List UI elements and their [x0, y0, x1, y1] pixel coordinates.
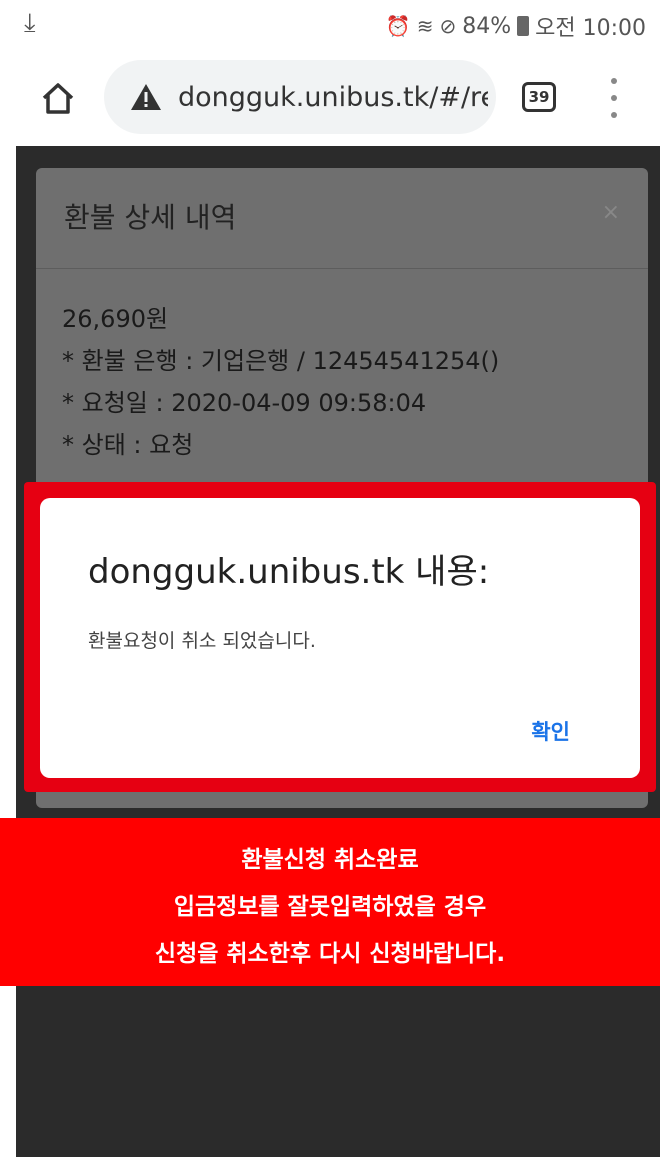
refund-status: * 상태 : 요청 — [62, 431, 194, 459]
clock: 오전 10:00 — [535, 16, 646, 41]
modal-divider — [36, 268, 648, 269]
home-button[interactable] — [30, 70, 86, 126]
alert-dialog: dongguk.unibus.tk 내용: 환불요청이 취소 되었습니다. 확인 — [40, 498, 640, 778]
status-bar: ⤓ ⏰ ≋ ⊘ 84% 오전 10:00 — [0, 0, 660, 52]
modal-title: 환불 상세 내역 — [64, 201, 237, 234]
do-not-disturb-icon: ⊘ — [439, 14, 457, 38]
browser-toolbar: dongguk.unibus.tk/#/re 39 — [0, 52, 660, 144]
modal-body: 26,690원 * 환불 은행 : 기업은행 / 12454541254() *… — [62, 298, 499, 466]
refund-request-date: * 요청일 : 2020-04-09 09:58:04 — [62, 389, 427, 417]
banner-line-3: 신청을 취소한후 다시 신청바랍니다. — [154, 941, 506, 967]
banner-line-1: 환불신청 취소완료 — [241, 847, 419, 873]
alert-title: dongguk.unibus.tk 내용: — [88, 552, 490, 592]
download-icon: ⤓ — [24, 8, 36, 38]
status-icons: ⏰ ≋ ⊘ 84% 오전 10:00 — [386, 10, 646, 42]
wifi-icon: ≋ — [416, 14, 434, 38]
tab-switcher-button[interactable]: 39 — [522, 82, 556, 112]
refund-amount: 26,690원 — [62, 305, 169, 333]
alarm-icon: ⏰ — [385, 14, 411, 38]
home-icon — [42, 83, 74, 114]
battery-icon — [517, 16, 530, 36]
alert-message: 환불요청이 취소 되었습니다. — [88, 630, 316, 652]
caption-banner: 환불신청 취소완료 입금정보를 잘못입력하였을 경우 신청을 취소한후 다시 신… — [0, 818, 660, 986]
warning-triangle-icon[interactable] — [128, 81, 164, 113]
banner-line-2: 입금정보를 잘못입력하였을 경우 — [173, 894, 487, 920]
battery-percent: 84% — [462, 13, 512, 39]
more-vertical-icon[interactable] — [604, 78, 624, 118]
confirm-button[interactable]: 확인 — [531, 716, 570, 746]
address-bar[interactable]: dongguk.unibus.tk/#/re — [104, 60, 496, 134]
refund-bank: * 환불 은행 : 기업은행 / 12454541254() — [62, 347, 500, 375]
url-text[interactable]: dongguk.unibus.tk/#/re — [178, 82, 488, 113]
close-icon[interactable]: × — [602, 200, 620, 225]
